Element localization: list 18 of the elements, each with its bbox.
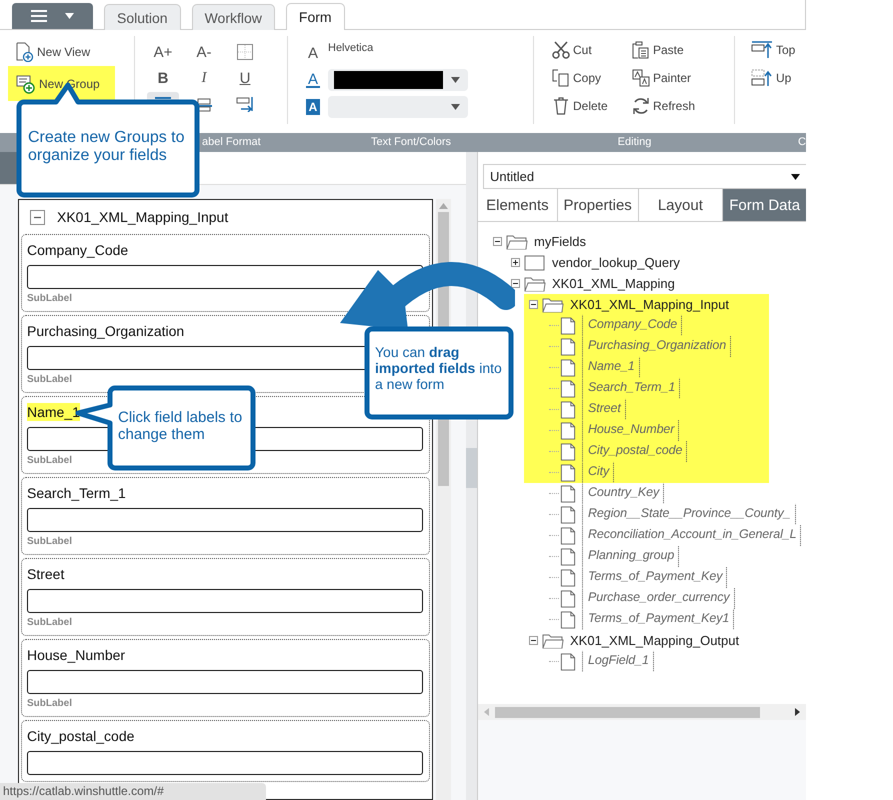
field-sublabel: SubLabel — [27, 698, 72, 710]
field-sublabel: SubLabel — [27, 374, 72, 386]
field-sublabel: SubLabel — [27, 293, 72, 305]
callout-text: Create new Groups to organize your fields — [28, 129, 186, 166]
group-title: XK01_XML_Mapping_Input — [57, 209, 228, 225]
status-url: https://catlab.winshuttle.com/# — [0, 783, 266, 800]
group-label: C — [798, 136, 806, 148]
font-name: Helvetica — [328, 42, 374, 54]
font-icon: A — [306, 45, 320, 61]
field-sublabel: SubLabel — [27, 536, 72, 548]
callout-text: You can drag imported fields into a new form — [375, 344, 503, 392]
callout-text: Click field labels to change them — [118, 409, 244, 444]
group-label: Editing — [618, 136, 652, 148]
group-label: Text Font/Colors — [370, 136, 452, 148]
fill-color-icon: A — [306, 99, 320, 115]
field-sublabel: SubLabel — [27, 455, 72, 467]
field-sublabel: SubLabel — [27, 617, 72, 629]
group-label: abel Format — [202, 136, 261, 148]
